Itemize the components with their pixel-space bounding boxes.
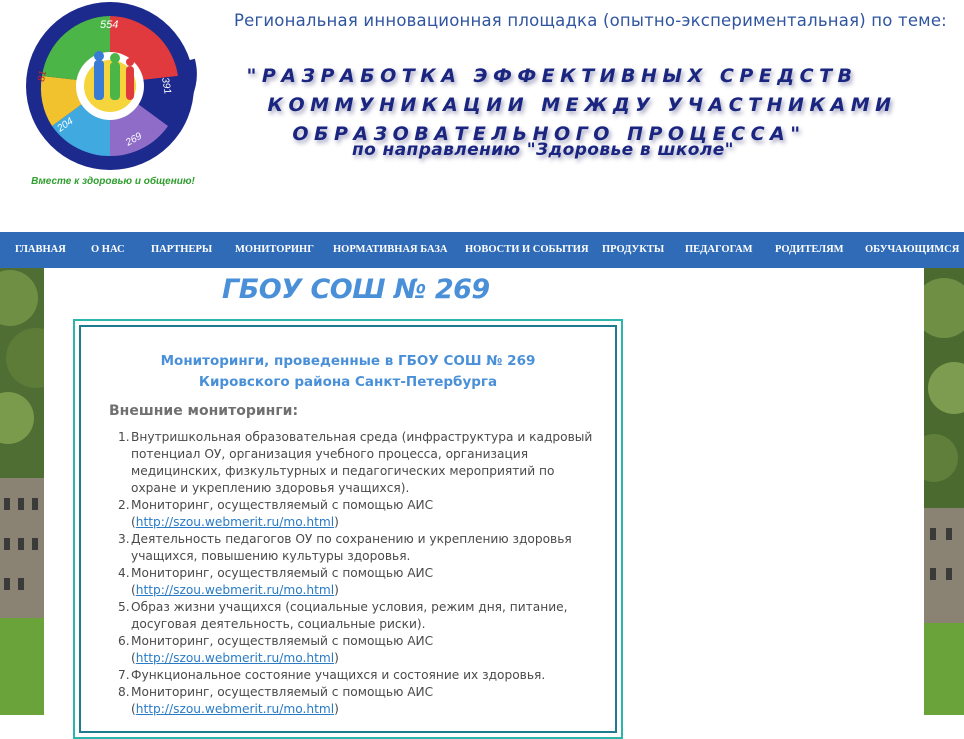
list-item-link[interactable]: http://szou.webmerit.ru/mo.html [136,515,334,529]
nav-item-home[interactable]: ГЛАВНАЯ [15,244,66,255]
nav-item-monitoring[interactable]: МОНИТОРИНГ [235,244,314,255]
topic-line-2: КОММУНИКАЦИИ МЕЖДУ УЧАСТНИКАМИ [267,94,897,116]
list-item-text: Мониторинг, осуществляемый с помощью АИС [131,685,434,699]
list-item-link[interactable]: http://szou.webmerit.ru/mo.html [136,702,334,716]
background-photo-left [0,268,44,715]
list-item-text: Мониторинг, осуществляемый с помощью АИС [131,566,434,580]
list-item-number: 8. [118,685,130,699]
list-item: 5. Образ жизни учащихся (социальные усло… [118,599,601,633]
monitoring-box: Мониторинги, проведенные в ГБОУ СОШ № 26… [73,319,623,739]
list-item: 4. Мониторинг, осуществляемый с помощью … [118,566,434,597]
list-item: 8. Мониторинг, осуществляемый с помощью … [118,685,434,716]
logo-slogan: Вместе к здоровью и общению! [31,176,195,187]
list-item-text: Внутришкольная образовательная среда (ин… [131,430,593,495]
list-item-link[interactable]: http://szou.webmerit.ru/mo.html [136,583,334,597]
list-item-text: Мониторинг, осуществляемый с помощью АИС [131,634,434,648]
main-nav: ГЛАВНАЯ О НАС ПАРТНЕРЫ МОНИТОРИНГ НОРМАТ… [0,232,964,268]
list-item-number: 3. [118,532,130,546]
nav-item-about[interactable]: О НАС [91,244,125,255]
site-logo[interactable]: 554 391 269 204 81 [22,0,202,196]
nav-item-teachers[interactable]: ПЕДАГОГАМ [685,244,753,255]
list-item: 7. Функциональное состояние учащихся и с… [118,667,601,684]
external-monitoring-heading: Внешние мониторинги: [109,403,299,419]
nav-item-news[interactable]: НОВОСТИ И СОБЫТИЯ [465,244,589,255]
monitoring-heading-line-2: Кировского района Санкт-Петербурга [198,374,498,390]
list-item-number: 4. [118,566,130,580]
monitoring-list: 1. Внутришкольная образовательная среда … [118,429,601,718]
header-topline: Региональная инновационная площадка (опы… [234,11,947,30]
list-item-text: Образ жизни учащихся (социальные условия… [131,600,568,631]
list-item: 3. Деятельность педагогов ОУ по сохранен… [118,531,601,565]
nav-item-students[interactable]: ОБУЧАЮЩИМСЯ [865,244,959,255]
list-item-number: 7. [118,668,130,682]
list-item-text: Мониторинг, осуществляемый с помощью АИС [131,498,434,512]
list-item-number: 6. [118,634,130,648]
list-item-text: Функциональное состояние учащихся и сост… [131,668,546,682]
nav-item-parents[interactable]: РОДИТЕЛЯМ [775,244,844,255]
monitoring-heading: Мониторинги, проведенные в ГБОУ СОШ № 26… [81,351,615,393]
project-direction: по направлению "Здоровье в школе" [352,140,734,160]
monitoring-heading-line-1: Мониторинги, проведенные в ГБОУ СОШ № 26… [160,353,536,369]
topic-line-1: "РАЗРАБОТКА ЭФФЕКТИВНЫХ СРЕДСТВ [246,65,858,87]
list-item-text: Деятельность педагогов ОУ по сохранению … [131,532,572,563]
background-photo-right [924,268,964,715]
list-item: 2. Мониторинг, осуществляемый с помощью … [118,498,434,529]
monitoring-box-inner: Мониторинги, проведенные в ГБОУ СОШ № 26… [79,325,617,733]
nav-item-partners[interactable]: ПАРТНЕРЫ [151,244,212,255]
nav-item-regulations[interactable]: НОРМАТИВНАЯ БАЗА [333,244,448,255]
site-header: 554 391 269 204 81 Вместе к здоровью и о… [0,0,964,232]
list-item-link[interactable]: http://szou.webmerit.ru/mo.html [136,651,334,665]
list-item-number: 5. [118,600,130,614]
svg-text:81: 81 [36,70,49,83]
nav-item-products[interactable]: ПРОДУКТЫ [602,244,664,255]
main-content: ГБОУ СОШ № 269 Мониторинги, проведенные … [44,268,924,739]
project-topic: "РАЗРАБОТКА ЭФФЕКТИВНЫХ СРЕДСТВ КОММУНИК… [180,62,960,149]
svg-text:554: 554 [100,19,118,31]
list-item: 6. Мониторинг, осуществляемый с помощью … [118,634,434,665]
list-item: 1. Внутришкольная образовательная среда … [118,429,601,497]
list-item-number: 1. [118,430,130,444]
school-title: ГБОУ СОШ № 269 [222,274,490,305]
list-item-number: 2. [118,498,130,512]
